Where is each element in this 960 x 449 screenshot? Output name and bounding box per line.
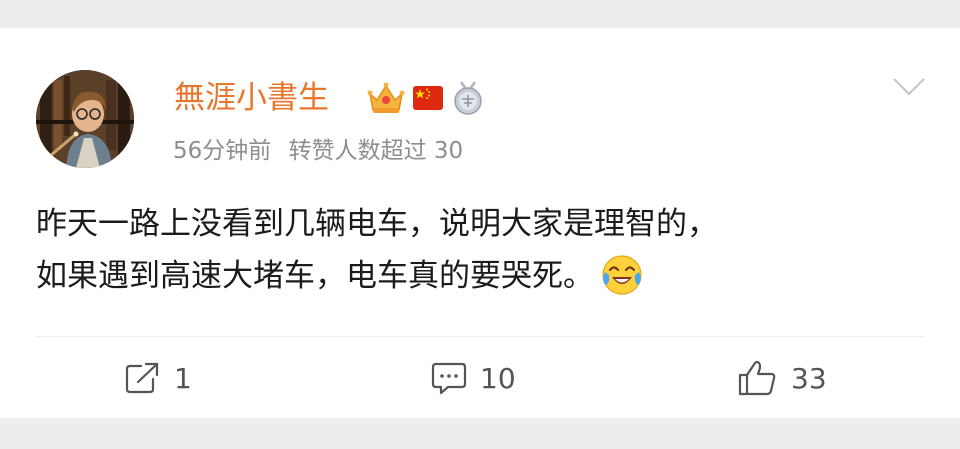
china-flag-icon [413,86,443,110]
action-divider [36,336,924,337]
comment-button[interactable]: 10 [430,354,516,402]
post-meta: 56分钟前 转赞人数超过 30 [173,136,463,166]
repost-button[interactable]: 1 [124,354,192,402]
repost-icon [125,362,159,394]
laughing-crying-emoji-icon [602,254,642,295]
medal-badge-icon[interactable] [451,80,485,116]
repost-stats: 转赞人数超过 30 [288,138,464,164]
repost-count: 1 [174,361,192,395]
comment-count: 10 [480,361,516,395]
username[interactable]: 無涯小書生 [174,79,329,117]
comment-icon [431,362,467,395]
post-content: 昨天一路上没看到几辆电车，说明大家是理智的， 如果遇到高速大堵车，电车真的要哭死… [36,198,936,302]
chevron-down-icon[interactable] [892,76,926,98]
like-count: 33 [791,361,827,395]
user-avatar[interactable] [36,70,134,168]
crown-badge-icon[interactable] [367,80,405,116]
thumbs-up-icon [738,360,776,396]
post-text-line: 昨天一路上没看到几辆电车，说明大家是理智的， [36,206,718,242]
post-text-line-2: 如果遇到高速大堵车，电车真的要哭死。 [36,250,936,302]
bottom-separator [0,418,960,449]
like-button[interactable]: 33 [737,354,827,402]
user-badges [367,78,485,118]
post-time: 56分钟前 [173,138,272,164]
top-separator [0,0,960,28]
screen: 無涯小書生 56分钟前 转赞人数超过 30 昨天一路上没看到几辆电车，说明大家是… [0,0,960,449]
post-text-line-content: 如果遇到高速大堵车，电车真的要哭死。 [36,258,594,294]
